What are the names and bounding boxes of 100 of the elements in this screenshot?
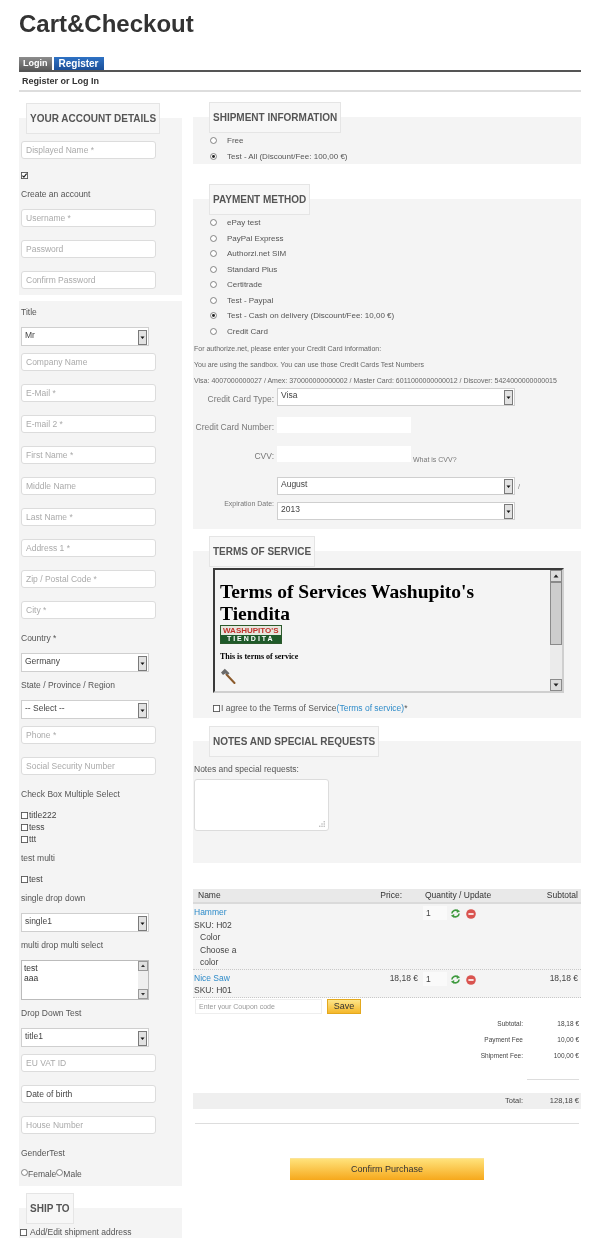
- field-label: Country *: [21, 632, 58, 644]
- radio-label[interactable]: Test - All (Discount/Fee: 100,00 €): [227, 151, 348, 161]
- column-header: Price:: [380, 889, 402, 902]
- radio-label[interactable]: Standard Plus: [227, 264, 278, 274]
- radio-label[interactable]: PayPal Express: [227, 233, 284, 243]
- select-field[interactable]: -- Select --: [21, 700, 149, 719]
- select-field[interactable]: title1: [21, 1028, 149, 1047]
- field-label: CVV:: [254, 451, 274, 461]
- radio-button[interactable]: [210, 327, 217, 335]
- product-link[interactable]: Hammer: [194, 906, 227, 919]
- checkbox[interactable]: [21, 811, 28, 819]
- quantity-field[interactable]: 1: [423, 906, 447, 920]
- select-field[interactable]: Germany: [21, 653, 149, 672]
- terms-link[interactable]: (Terms of service): [336, 703, 405, 713]
- text-field[interactable]: Date of birth: [21, 1085, 156, 1103]
- minus-circle-icon[interactable]: [466, 974, 476, 985]
- sku-text: SKU: H02: [194, 918, 232, 931]
- scrollbar[interactable]: [550, 570, 562, 691]
- column-header: Subtotal: [546, 889, 578, 902]
- select-field[interactable]: single1: [21, 913, 149, 932]
- field-label: test multi: [21, 852, 56, 864]
- section-legend: TERMS OF SERVICE: [209, 536, 316, 567]
- text-field[interactable]: City *: [21, 601, 156, 619]
- resize-grip-icon[interactable]: [319, 821, 325, 827]
- radio-button[interactable]: [210, 281, 217, 289]
- tab-heading: Register or Log In: [19, 72, 581, 92]
- text-field[interactable]: EU VAT ID: [21, 1054, 156, 1072]
- checkbox-label[interactable]: Add/Edit shipment address: [30, 1227, 132, 1237]
- radio-button[interactable]: [210, 137, 217, 145]
- save-button[interactable]: Save: [327, 998, 361, 1014]
- scrollbar[interactable]: [138, 961, 148, 999]
- radio-label[interactable]: Test - Cash on delivery (Discount/Fee: 10,00 €): [227, 311, 395, 321]
- radio-button[interactable]: [210, 234, 217, 242]
- text-field[interactable]: Displayed Name *: [21, 141, 156, 159]
- radio-label[interactable]: Female: [28, 1168, 57, 1180]
- checkbox[interactable]: [21, 875, 28, 883]
- checkbox[interactable]: [20, 1228, 27, 1236]
- checkbox[interactable]: [21, 172, 28, 179]
- checkbox-label[interactable]: test: [29, 874, 43, 884]
- text-field[interactable]: Company Name: [21, 353, 156, 371]
- checkbox-label[interactable]: tess: [29, 822, 45, 832]
- select-field[interactable]: 2013: [277, 502, 515, 520]
- radio-label[interactable]: ePay test: [227, 218, 261, 228]
- tab[interactable]: Login: [19, 57, 52, 70]
- radio-button[interactable]: [210, 312, 217, 320]
- text-field[interactable]: Zip / Postal Code *: [21, 570, 156, 588]
- text-field[interactable]: Address 1 *: [21, 539, 156, 557]
- select-field[interactable]: Mr: [21, 327, 149, 346]
- text-field[interactable]: Social Security Number: [21, 757, 156, 775]
- confirm-purchase-button[interactable]: Confirm Purchase: [290, 1157, 484, 1180]
- text-field[interactable]: Phone *: [21, 726, 156, 744]
- text-field[interactable]: House Number: [21, 1116, 156, 1134]
- text-field[interactable]: Last Name *: [21, 508, 156, 526]
- column-header: Name: [198, 889, 221, 902]
- agreement-text: I agree to the Terms of Service(Terms of service)*: [221, 703, 408, 713]
- radio-label[interactable]: Free: [227, 136, 244, 146]
- text-field[interactable]: Password: [21, 240, 156, 258]
- text-field[interactable]: Confirm Password: [21, 271, 156, 289]
- section-legend: YOUR ACCOUNT DETAILS: [26, 103, 161, 134]
- checkbox[interactable]: [21, 823, 28, 831]
- radio-button[interactable]: [21, 1169, 28, 1176]
- quantity-field[interactable]: 1: [423, 971, 447, 986]
- listbox-option[interactable]: aaa: [22, 973, 39, 983]
- listbox-option[interactable]: test: [22, 963, 38, 973]
- checkbox-label[interactable]: title222: [29, 810, 57, 820]
- checkbox[interactable]: [21, 835, 28, 843]
- radio-button[interactable]: [210, 219, 217, 227]
- checkbox-label[interactable]: ttt: [29, 834, 37, 844]
- checkbox[interactable]: [213, 704, 220, 712]
- field-label: Title: [21, 306, 38, 318]
- text-field[interactable]: Username *: [21, 209, 156, 227]
- radio-button[interactable]: [210, 265, 217, 273]
- radio-button[interactable]: [210, 152, 217, 160]
- attribute-value: Choose a color: [200, 943, 238, 969]
- radio-label[interactable]: Certitrade: [227, 280, 263, 290]
- radio-label[interactable]: Test - Paypal: [227, 295, 274, 305]
- page-title: Cart&Checkout: [19, 9, 194, 39]
- logo-wordmark: WASHUPITO'S: [221, 626, 281, 635]
- text-field[interactable]: E-Mail *: [21, 384, 156, 402]
- listbox[interactable]: test aaa: [21, 960, 149, 1000]
- notes-field[interactable]: [194, 779, 329, 831]
- text-field[interactable]: Middle Name: [21, 477, 156, 495]
- select-field[interactable]: August: [277, 477, 515, 495]
- column-header: Quantity / Update: [425, 889, 492, 902]
- radio-label[interactable]: Authorzi.net SIM: [227, 249, 287, 259]
- text-field[interactable]: E-mail 2 *: [21, 415, 156, 433]
- refresh-icon[interactable]: [450, 909, 461, 918]
- radio-label[interactable]: Credit Card: [227, 326, 268, 336]
- field-label: GenderTest: [21, 1147, 66, 1159]
- tab[interactable]: Register: [53, 57, 104, 70]
- text-field[interactable]: First Name *: [21, 446, 156, 464]
- select-field[interactable]: Visa: [277, 388, 515, 406]
- radio-button[interactable]: [210, 296, 217, 304]
- radio-label[interactable]: Male: [63, 1168, 82, 1180]
- radio-button[interactable]: [210, 250, 217, 258]
- attribute-name: Color: [200, 931, 221, 944]
- product-link[interactable]: Nice Saw: [194, 971, 230, 984]
- minus-circle-icon[interactable]: [466, 909, 476, 919]
- refresh-icon[interactable]: [450, 974, 461, 984]
- radio-button[interactable]: [56, 1169, 64, 1176]
